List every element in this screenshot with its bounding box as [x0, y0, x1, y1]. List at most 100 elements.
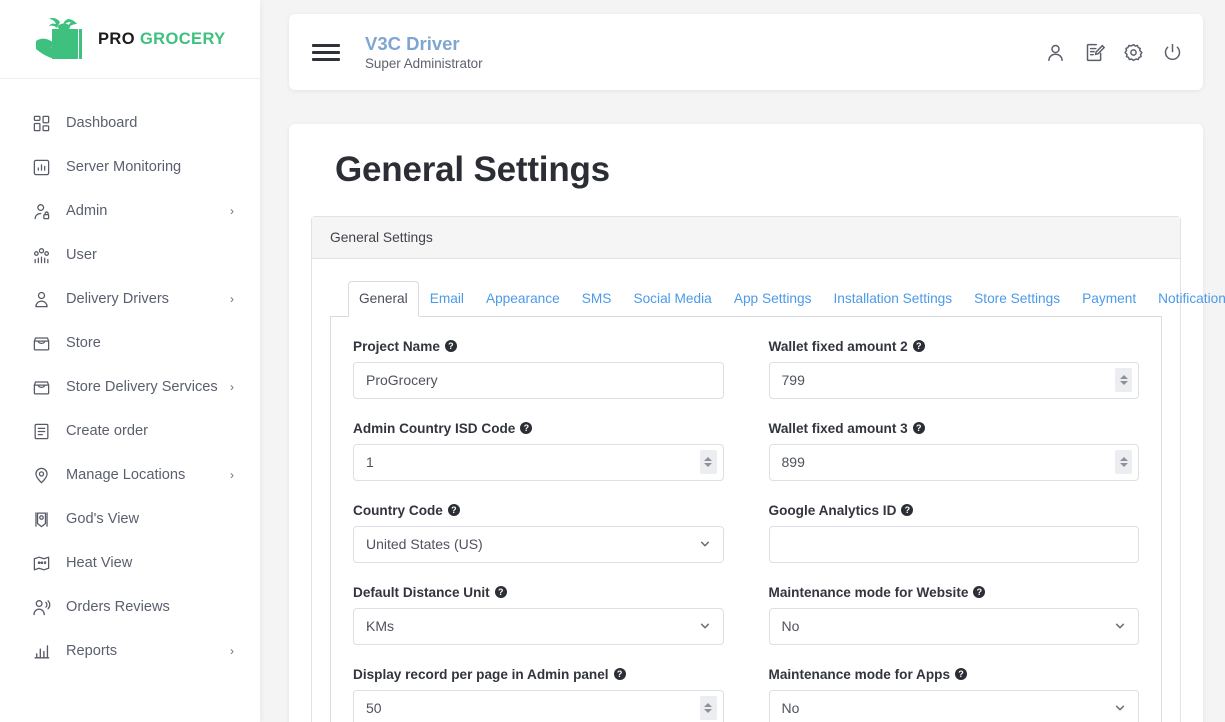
field-label-text: Project Name [353, 338, 440, 354]
content-card: General Settings General Settings Genera… [289, 124, 1225, 722]
header-title: V3C Driver [365, 32, 460, 54]
user-person-icon [28, 287, 54, 311]
sidebar-item-reports[interactable]: Reports › [0, 629, 260, 673]
field-label-text: Google Analytics ID [768, 502, 897, 518]
user-account-icon[interactable] [1045, 42, 1066, 63]
chevron-down-icon[interactable] [700, 539, 710, 549]
input-wallet-fixed-amount-3[interactable]: 899 [768, 443, 1139, 481]
field-project-name: Project Name? ProGrocery [353, 339, 724, 399]
field-label: Maintenance mode for Apps? [769, 667, 1140, 682]
help-question-icon[interactable]: ? [973, 586, 986, 599]
brand-logo-area[interactable]: PRO GROCERY [0, 0, 260, 79]
field-value: 1 [366, 454, 374, 471]
select-maintenance-mode-website[interactable]: No [768, 607, 1139, 645]
sidebar-item-label: Server Monitoring [66, 158, 182, 175]
input-google-analytics-id[interactable] [768, 525, 1139, 563]
select-country-code[interactable]: United States (US) [353, 525, 724, 563]
help-question-icon[interactable]: ? [444, 340, 457, 353]
tab-panel-general: Project Name? ProGrocery Wallet fixed amou… [330, 316, 1162, 722]
help-question-icon[interactable]: ? [955, 668, 968, 681]
field-label-text: Display record per page in Admin panel [353, 666, 609, 682]
chevron-down-icon[interactable] [1115, 621, 1125, 631]
input-project-name[interactable]: ProGrocery [353, 361, 724, 399]
power-logout-icon[interactable] [1162, 42, 1183, 63]
sidebar-item-create-order[interactable]: Create order [0, 409, 260, 453]
number-stepper[interactable] [699, 450, 717, 475]
tab-store-settings[interactable]: Store Settings [963, 281, 1071, 317]
field-label-text: Maintenance mode for Apps [768, 666, 951, 682]
number-stepper[interactable] [1115, 368, 1132, 393]
help-question-icon[interactable]: ? [901, 504, 914, 517]
field-value: No [781, 618, 800, 635]
sidebar-item-label: Store [66, 334, 101, 351]
tab-app-settings[interactable]: App Settings [723, 281, 823, 317]
chevron-right-icon[interactable]: › [230, 205, 234, 217]
field-google-analytics-id: Google Analytics ID? [768, 503, 1140, 563]
sidebar-item-label: Create order [66, 422, 148, 439]
chevron-down-icon[interactable] [1115, 703, 1125, 713]
chevron-right-icon[interactable]: › [230, 645, 234, 657]
sidebar-item-manage-locations[interactable]: Manage Locations › [0, 453, 260, 497]
bar-chart-icon [28, 639, 54, 663]
sidebar-item-user[interactable]: User [0, 233, 260, 277]
sidebar-item-server-monitoring[interactable]: Server Monitoring [0, 145, 260, 189]
tab-payment[interactable]: Payment [1071, 281, 1147, 317]
field-label: Google Analytics ID? [769, 503, 1140, 518]
sidebar-item-label: Reports [66, 642, 118, 659]
sidebar-item-dashboard[interactable]: Dashboard [0, 101, 260, 145]
tab-social-media[interactable]: Social Media [622, 281, 722, 317]
field-label-text: Wallet fixed amount 2 [768, 338, 908, 354]
field-default-distance-unit: Default Distance Unit? KMs [353, 585, 724, 645]
sidebar-item-delivery-drivers[interactable]: Delivery Drivers › [0, 277, 260, 321]
sidebar-item-store-delivery-services[interactable]: Store Delivery Services › [0, 365, 260, 409]
sidebar-item-label: Store Delivery Services [66, 378, 218, 395]
field-display-record-per-page: Display record per page in Admin panel? 5… [353, 667, 724, 722]
chevron-right-icon[interactable]: › [230, 469, 234, 481]
edit-document-icon[interactable] [1084, 42, 1105, 63]
tab-sms[interactable]: SMS [571, 281, 623, 317]
select-default-distance-unit[interactable]: KMs [353, 607, 724, 645]
chevron-down-icon[interactable] [700, 621, 710, 631]
input-display-record-per-page[interactable]: 50 [353, 689, 724, 722]
document-list-icon [28, 419, 54, 443]
sidebar-item-label: Orders Reviews [66, 598, 170, 615]
field-label: Admin Country ISD Code? [353, 421, 724, 436]
select-maintenance-mode-apps[interactable]: No [768, 689, 1139, 722]
sidebar-item-god-s-view[interactable]: God's View [0, 497, 260, 541]
hamburger-menu-icon[interactable] [312, 38, 340, 66]
help-question-icon[interactable]: ? [447, 504, 460, 517]
tab-installation-settings[interactable]: Installation Settings [822, 281, 963, 317]
number-stepper[interactable] [1115, 450, 1132, 475]
sidebar-item-admin[interactable]: Admin › [0, 189, 260, 233]
header-icon-group [1045, 42, 1183, 63]
tab-appearance[interactable]: Appearance [475, 281, 571, 317]
sidebar-item-orders-reviews[interactable]: Orders Reviews [0, 585, 260, 629]
field-label: Default Distance Unit? [353, 585, 724, 600]
chevron-right-icon[interactable]: › [230, 381, 234, 393]
page-title: General Settings [335, 150, 610, 189]
chevron-right-icon[interactable]: › [230, 293, 234, 305]
field-wallet-fixed-amount-2: Wallet fixed amount 2? 799 [768, 339, 1140, 399]
tab-general[interactable]: General [348, 281, 419, 317]
field-wallet-fixed-amount-3: Wallet fixed amount 3? 899 [768, 421, 1139, 481]
field-value: ProGrocery [366, 372, 438, 389]
input-admin-country-isd-code[interactable]: 1 [353, 443, 724, 481]
gear-settings-icon[interactable] [1123, 42, 1144, 63]
tab-email[interactable]: Email [419, 281, 475, 317]
help-question-icon[interactable]: ? [912, 340, 925, 353]
map-pin-view-icon [28, 507, 54, 531]
heat-map-icon [28, 551, 54, 575]
input-wallet-fixed-amount-2[interactable]: 799 [768, 361, 1139, 399]
field-label: Wallet fixed amount 2? [769, 339, 1140, 354]
header-titles: V3C Driver Super Administrator [365, 33, 483, 71]
field-label-text: Country Code [353, 502, 443, 518]
brand-name-pro: PRO [98, 29, 135, 48]
help-question-icon[interactable]: ? [494, 586, 507, 599]
help-question-icon[interactable]: ? [520, 422, 533, 435]
tab-notification-sound[interactable]: Notification Sound [1147, 281, 1225, 317]
help-question-icon[interactable]: ? [613, 668, 626, 681]
number-stepper[interactable] [699, 696, 717, 721]
help-question-icon[interactable]: ? [912, 422, 925, 435]
sidebar-item-heat-view[interactable]: Heat View [0, 541, 260, 585]
sidebar-item-store[interactable]: Store [0, 321, 260, 365]
